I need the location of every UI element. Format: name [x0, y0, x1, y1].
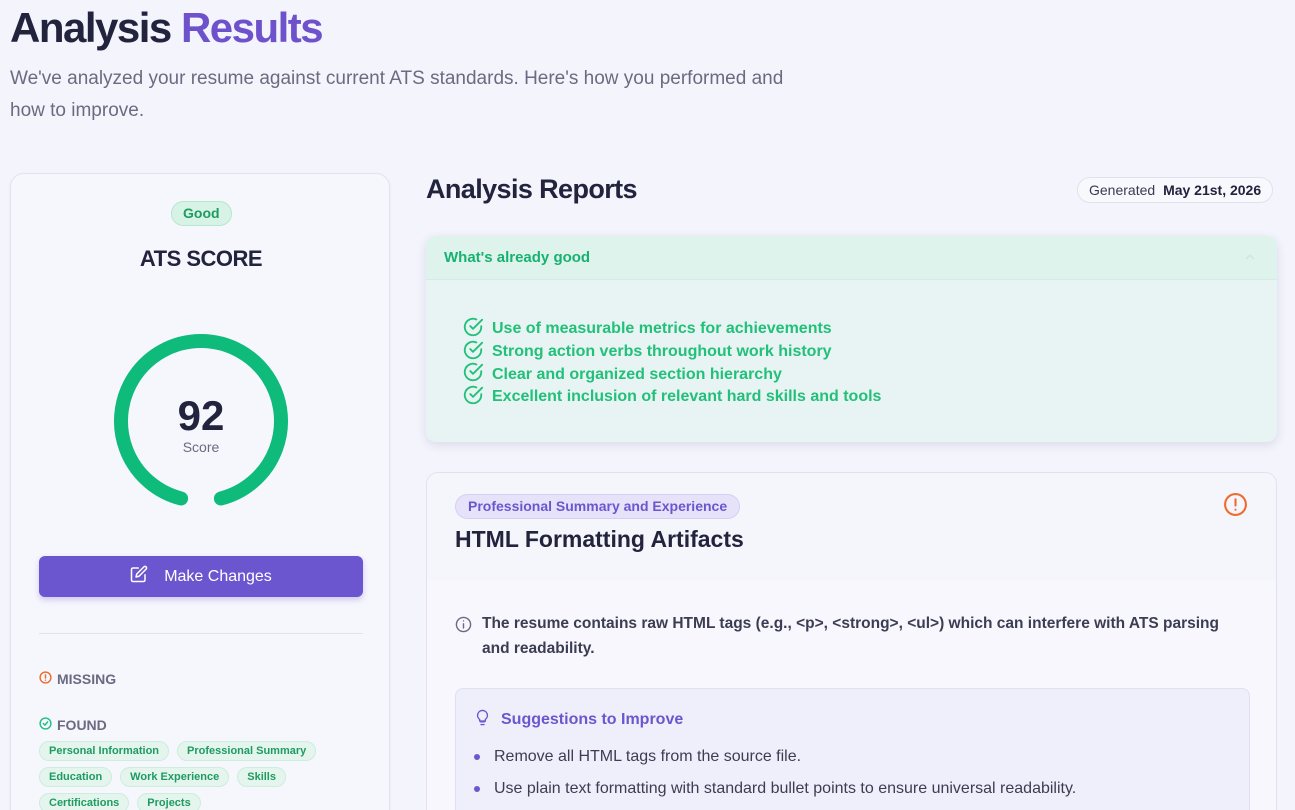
ats-score-card: Good ATS SCORE 92 Score Make Changes MIS…	[10, 173, 390, 810]
bullet-dot	[474, 754, 480, 760]
generated-date: May 21st, 2026	[1163, 182, 1262, 198]
good-item-text: Use of measurable metrics for achievemen…	[492, 320, 832, 338]
whats-good-panel: What's already good Use of measurable me…	[426, 236, 1277, 442]
page-title: Analysis Results	[10, 4, 324, 52]
score-status-badge: Good	[171, 201, 232, 226]
found-tag: Projects	[137, 793, 201, 810]
good-item-text: Excellent inclusion of relevant hard ski…	[492, 388, 882, 406]
reports-title: Analysis Reports	[426, 174, 638, 204]
issue-header: Professional Summary and Experience HTML…	[427, 473, 1276, 580]
found-tag: Education	[39, 767, 113, 787]
alert-circle-icon	[39, 671, 52, 687]
issue-title: HTML Formatting Artifacts	[455, 526, 744, 552]
make-changes-button[interactable]: Make Changes	[39, 556, 363, 597]
whats-good-header[interactable]: What's already good	[426, 236, 1277, 280]
good-item-text: Strong action verbs throughout work hist…	[492, 343, 832, 361]
found-section-label: FOUND	[39, 717, 107, 733]
found-tags: Personal Information Professional Summary…	[39, 741, 379, 810]
whats-good-title: What's already good	[444, 249, 591, 266]
generated-date-badge: Generated May 21st, 2026	[1077, 177, 1274, 203]
good-item: Excellent inclusion of relevant hard ski…	[462, 384, 882, 411]
check-circle-icon	[462, 384, 484, 411]
found-tag: Certifications	[39, 793, 130, 810]
alert-circle-icon	[1223, 492, 1248, 522]
missing-section-label: MISSING	[39, 671, 116, 687]
suggestion-item: Use plain text formatting with standard …	[474, 773, 1076, 805]
good-items-list: Use of measurable metrics for achievemen…	[462, 317, 882, 411]
suggestion-text: Use plain text formatting with standard …	[494, 780, 1077, 797]
suggestions-list: Remove all HTML tags from the source fil…	[474, 741, 1076, 805]
edit-icon	[130, 565, 148, 588]
good-item-text: Clear and organized section hierarchy	[492, 365, 782, 383]
page-title-accent: Results	[180, 4, 324, 51]
found-tag: Professional Summary	[177, 741, 317, 761]
suggestion-item: Remove all HTML tags from the source fil…	[474, 741, 1076, 773]
issue-card: Professional Summary and Experience HTML…	[426, 472, 1277, 810]
page-subtitle: We've analyzed your resume against curre…	[10, 68, 784, 121]
divider	[39, 633, 363, 634]
suggestions-box: Suggestions to Improve Remove all HTML t…	[455, 688, 1250, 810]
issue-category-badge: Professional Summary and Experience	[455, 494, 741, 519]
make-changes-label: Make Changes	[164, 567, 272, 585]
check-circle-icon	[39, 717, 52, 733]
good-item: Clear and organized section hierarchy	[462, 363, 881, 386]
suggestion-text: Remove all HTML tags from the source fil…	[494, 748, 802, 765]
score-caption: Score	[182, 439, 220, 455]
generated-label: Generated	[1089, 182, 1156, 198]
page-title-main: Analysis	[10, 4, 172, 51]
info-icon	[455, 611, 472, 661]
found-tag: Personal Information	[39, 741, 170, 761]
found-tag: Work Experience	[120, 767, 230, 787]
lightbulb-icon	[474, 709, 491, 731]
bullet-dot	[474, 786, 480, 792]
issue-description: The resume contains raw HTML tags (e.g.,…	[455, 611, 1225, 661]
issue-description-text: The resume contains raw HTML tags (e.g.,…	[482, 615, 1219, 657]
suggestions-title: Suggestions to Improve	[474, 709, 683, 731]
found-tag: Skills	[237, 767, 286, 787]
score-value: 92	[177, 392, 225, 439]
good-item: Strong action verbs throughout work hist…	[462, 340, 881, 364]
good-item: Use of measurable metrics for achievemen…	[462, 317, 881, 341]
ats-score-title: ATS SCORE	[139, 246, 263, 271]
chevron-up-icon[interactable]	[1243, 250, 1257, 269]
